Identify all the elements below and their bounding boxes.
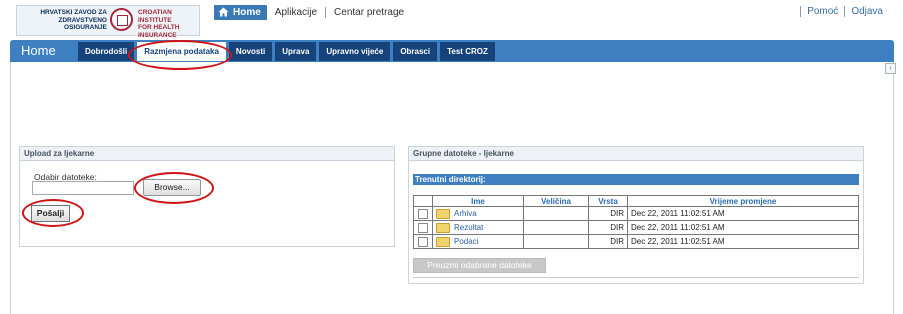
tab-razmjena-podataka[interactable]: Razmjena podataka [137, 42, 226, 61]
size-cell [523, 206, 589, 221]
table-row: Rezultat DIR Dec 22, 2011 11:02:51 AM [413, 220, 859, 235]
tab-dobrodosli[interactable]: Dobrodošli [78, 42, 135, 61]
group-files-panel: Grupne datoteke - ljekarne Trenutni dire… [408, 146, 864, 284]
house-icon [218, 7, 229, 17]
folder-icon [436, 208, 450, 219]
table-row: Podaci DIR Dec 22, 2011 11:02:51 AM [413, 234, 859, 249]
top-nav: Home Aplikacije Centar pretrage [214, 4, 412, 20]
tab-upravno-vijece[interactable]: Upravno vijeće [319, 42, 391, 61]
type-cell: DIR [588, 220, 628, 235]
modified-cell: Dec 22, 2011 11:02:51 AM [627, 220, 859, 235]
top-home-label: Home [233, 6, 261, 18]
seal-icon [110, 8, 133, 31]
folder-icon [436, 236, 450, 247]
col-header-type[interactable]: Vrsta [588, 195, 628, 207]
modified-cell: Dec 22, 2011 11:02:51 AM [627, 234, 859, 249]
link-odjava[interactable]: Odjava [844, 6, 889, 17]
size-cell [523, 220, 589, 235]
table-row: Arhiva DIR Dec 22, 2011 11:02:51 AM [413, 206, 859, 221]
tab-list: Dobrodošli Razmjena podataka Novosti Upr… [78, 42, 495, 61]
row-checkbox[interactable] [418, 208, 428, 219]
current-directory-bar: Trenutni direktorij: [413, 174, 859, 185]
send-button[interactable]: Pošalji [31, 205, 70, 222]
hzzo-logo[interactable]: HRVATSKI ZAVOD ZA ZDRAVSTVENO OSIGURANJE… [16, 5, 200, 39]
modified-cell: Dec 22, 2011 11:02:51 AM [627, 206, 859, 221]
tab-uprava[interactable]: Uprava [275, 42, 317, 61]
files-table: Ime Veličina Vrsta Vrijeme promjene Arhi… [413, 195, 859, 249]
folder-link[interactable]: Podaci [454, 237, 478, 246]
type-cell: DIR [588, 234, 628, 249]
col-header-size[interactable]: Veličina [523, 195, 589, 207]
main-tab-bar: Home Dobrodošli Razmjena podataka Novost… [10, 40, 894, 62]
table-header-row: Ime Veličina Vrsta Vrijeme promjene [413, 195, 859, 207]
link-centar-pretrage[interactable]: Centar pretrage [325, 6, 412, 18]
col-header-modified[interactable]: Vrijeme promjene [627, 195, 859, 207]
top-bar: HRVATSKI ZAVOD ZA ZDRAVSTVENO OSIGURANJE… [0, 0, 903, 39]
row-checkbox[interactable] [418, 236, 428, 247]
select-column-header [413, 195, 433, 207]
group-panel-title: Grupne datoteke - ljekarne [409, 147, 863, 161]
divider [413, 277, 859, 278]
upload-panel-title: Upload za ljekarne [20, 147, 394, 161]
tab-obrasci[interactable]: Obrasci [393, 42, 438, 61]
collapse-icon[interactable]: › [885, 63, 896, 74]
col-header-name[interactable]: Ime [432, 195, 524, 207]
top-home-button[interactable]: Home [214, 4, 267, 20]
right-nav: Pomoć Odjava [800, 6, 889, 17]
download-selected-button[interactable]: Preuzmi odabrane datoteke [413, 258, 546, 273]
link-aplikacije[interactable]: Aplikacije [267, 7, 325, 18]
tab-test-croz[interactable]: Test CROZ [440, 42, 495, 61]
link-pomoc[interactable]: Pomoć [800, 6, 844, 17]
upload-panel: Upload za ljekarne Odabir datoteke: Brow… [19, 146, 395, 247]
type-cell: DIR [588, 206, 628, 221]
file-path-input[interactable] [32, 181, 134, 195]
tabbar-home-link[interactable]: Home [21, 43, 56, 58]
browse-button[interactable]: Browse... [143, 179, 201, 196]
tab-novosti[interactable]: Novosti [228, 42, 273, 61]
folder-icon [436, 222, 450, 233]
folder-link[interactable]: Rezultat [454, 223, 483, 232]
row-checkbox[interactable] [418, 222, 428, 233]
size-cell [523, 234, 589, 249]
folder-link[interactable]: Arhiva [454, 209, 477, 218]
